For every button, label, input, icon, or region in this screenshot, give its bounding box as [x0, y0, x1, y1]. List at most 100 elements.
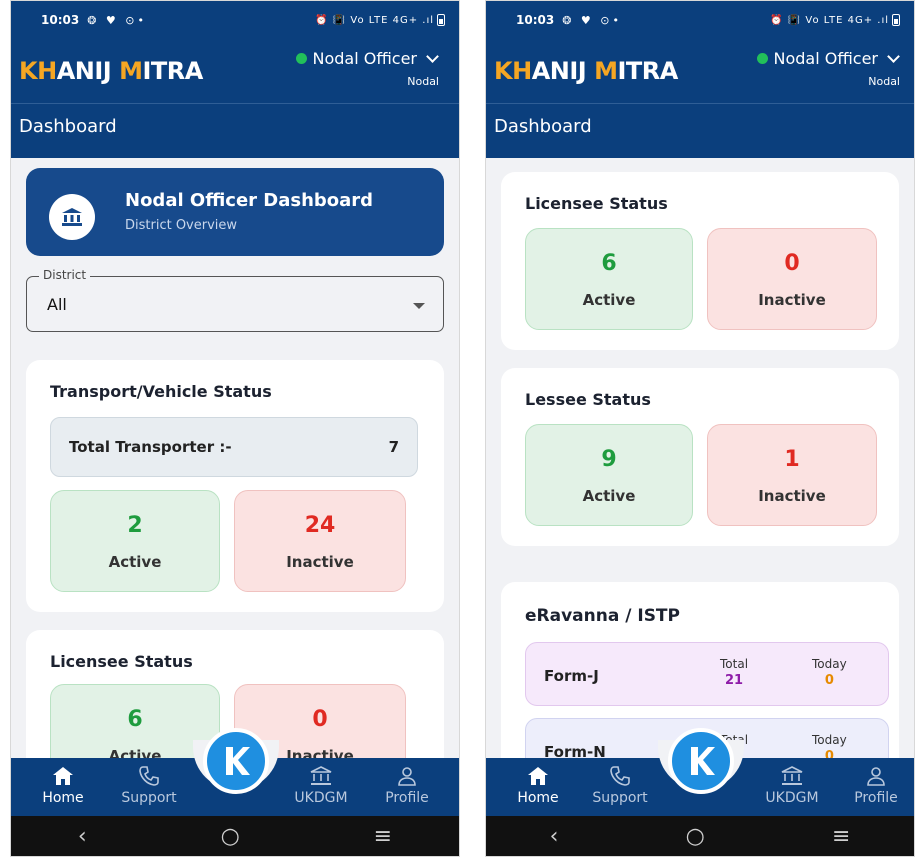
status-notification-icons: ❂ ♥ ⊙•: [87, 13, 147, 27]
inactive-lessee-tile[interactable]: 1 Inactive: [707, 424, 877, 526]
logo-text-m: M: [119, 57, 143, 85]
inactive-label: Inactive: [286, 553, 354, 571]
status-time: 10:03: [516, 13, 555, 27]
active-count: 9: [601, 447, 617, 472]
page-title: Dashboard: [11, 103, 459, 158]
bank-icon: [49, 194, 95, 240]
card-title: Lessee Status: [525, 390, 651, 409]
nav-label-home: Home: [517, 790, 559, 806]
inactive-count: 1: [784, 447, 800, 472]
total-transporter-label: Total Transporter :-: [69, 438, 232, 456]
logo-text-kh: KH: [19, 57, 57, 85]
chevron-down-icon: [887, 50, 900, 63]
bottom-navigation: Home Support UKDGM Profile: [486, 728, 914, 816]
active-licensee-tile[interactable]: 6 Active: [525, 228, 693, 330]
dashboard-content[interactable]: Licensee Status 6 Active 0 Inactive Less…: [486, 158, 914, 758]
system-navigation-bar: ‹ ○ ≡: [11, 816, 459, 856]
hero-card: Nodal Officer Dashboard District Overvie…: [26, 168, 444, 256]
inactive-transporter-tile[interactable]: 24 Inactive: [234, 490, 406, 592]
status-notification-icons: ❂ ♥ ⊙•: [562, 13, 622, 27]
active-label: Active: [582, 487, 636, 505]
online-status-icon: [757, 53, 769, 64]
form-today: Today 0: [812, 733, 847, 758]
nav-item-support[interactable]: Support: [580, 764, 660, 806]
nav-item-home[interactable]: Home: [23, 764, 103, 806]
card-title: Licensee Status: [50, 652, 193, 671]
today-value: 0: [824, 673, 834, 688]
nav-item-profile[interactable]: Profile: [367, 764, 447, 806]
back-icon[interactable]: ‹: [78, 824, 87, 849]
form-j-row[interactable]: Form-J Total 21 Today 0: [525, 642, 889, 706]
hero-subtitle: District Overview: [125, 218, 238, 233]
hero-title: Nodal Officer Dashboard: [125, 190, 374, 211]
nav-item-home[interactable]: Home: [498, 764, 578, 806]
app-logo: KHANIJ MITRA: [494, 57, 678, 85]
active-lessee-tile[interactable]: 9 Active: [525, 424, 693, 526]
form-today: Today 0: [812, 657, 847, 688]
back-icon[interactable]: ‹: [550, 824, 559, 849]
nav-item-ukdgm[interactable]: UKDGM: [752, 764, 832, 806]
nav-item-profile[interactable]: Profile: [836, 764, 914, 806]
status-bar: 10:03 ❂ ♥ ⊙• ⏰ 📳 Vo LTE 4G+ .ıl: [11, 1, 459, 39]
transport-status-card: Transport/Vehicle Status Total Transport…: [26, 360, 444, 612]
menu-icon[interactable]: ≡: [374, 824, 392, 849]
user-role: Nodal: [407, 75, 439, 88]
logo-text-anij: ANIJ: [531, 57, 587, 85]
app-header: KHANIJ MITRA Nodal Officer Nodal: [486, 39, 914, 103]
user-name: Nodal Officer: [773, 49, 878, 68]
menu-icon[interactable]: ≡: [832, 824, 850, 849]
battery-icon: [892, 14, 900, 26]
bank-icon: [781, 766, 803, 785]
card-title: Transport/Vehicle Status: [50, 382, 272, 401]
active-count: 2: [127, 513, 143, 538]
nav-label-profile: Profile: [385, 790, 429, 806]
logo-text-kh: KH: [494, 57, 532, 85]
nav-label-ukdgm: UKDGM: [765, 790, 819, 806]
inactive-label: Inactive: [758, 291, 826, 309]
active-count: 6: [601, 251, 617, 276]
home-circle-icon[interactable]: ○: [686, 824, 705, 849]
inactive-licensee-tile[interactable]: 0 Inactive: [707, 228, 877, 330]
phone-screen-dashboard-top: 10:03 ❂ ♥ ⊙• ⏰ 📳 Vo LTE 4G+ .ıl KHANIJ M…: [10, 0, 460, 857]
status-bar: 10:03 ❂ ♥ ⊙• ⏰ 📳 Vo LTE 4G+ .ıl: [486, 1, 914, 39]
nav-label-ukdgm: UKDGM: [294, 790, 348, 806]
nav-label-support: Support: [592, 790, 648, 806]
inactive-count: 0: [312, 707, 328, 732]
app-header: KHANIJ MITRA Nodal Officer Nodal: [11, 39, 459, 103]
nav-item-support[interactable]: Support: [109, 764, 189, 806]
chevron-down-icon: [426, 50, 439, 63]
logo-text-itra: ITRA: [142, 57, 203, 85]
total-transporter-value: 7: [388, 438, 399, 456]
phone-icon: [139, 766, 159, 786]
app-logo: KHANIJ MITRA: [19, 57, 203, 85]
phone-icon: [610, 766, 630, 786]
k-logo-icon[interactable]: [203, 728, 269, 794]
lessee-status-card: Lessee Status 9 Active 1 Inactive: [501, 368, 899, 546]
total-value: 21: [724, 673, 744, 688]
user-menu[interactable]: Nodal Officer: [757, 49, 900, 68]
district-value: All: [47, 295, 67, 314]
home-icon: [53, 767, 73, 785]
logo-text-anij: ANIJ: [56, 57, 112, 85]
user-icon: [398, 767, 416, 786]
user-menu[interactable]: Nodal Officer: [296, 49, 439, 68]
dashboard-content[interactable]: Nodal Officer Dashboard District Overvie…: [11, 158, 459, 758]
battery-icon: [437, 14, 445, 26]
district-select[interactable]: District All: [26, 268, 444, 332]
page-title: Dashboard: [486, 103, 914, 158]
active-count: 6: [127, 707, 143, 732]
active-transporter-tile[interactable]: 2 Active: [50, 490, 220, 592]
nav-label-profile: Profile: [854, 790, 898, 806]
status-time: 10:03: [41, 13, 80, 27]
phone-screen-dashboard-scrolled: 10:03 ❂ ♥ ⊙• ⏰ 📳 Vo LTE 4G+ .ıl KHANIJ M…: [485, 0, 915, 857]
nav-item-ukdgm[interactable]: UKDGM: [281, 764, 361, 806]
home-icon: [528, 767, 548, 785]
dropdown-arrow-icon: [413, 303, 425, 309]
total-transporter-box: Total Transporter :- 7: [50, 417, 418, 477]
k-logo-icon[interactable]: [668, 728, 734, 794]
home-circle-icon[interactable]: ○: [221, 824, 240, 849]
status-system-icons: ⏰ 📳 Vo LTE 4G+ .ıl: [315, 14, 445, 26]
today-label: Today: [812, 733, 847, 747]
status-system-icons: ⏰ 📳 Vo LTE 4G+ .ıl: [770, 14, 900, 26]
nav-label-home: Home: [42, 790, 84, 806]
